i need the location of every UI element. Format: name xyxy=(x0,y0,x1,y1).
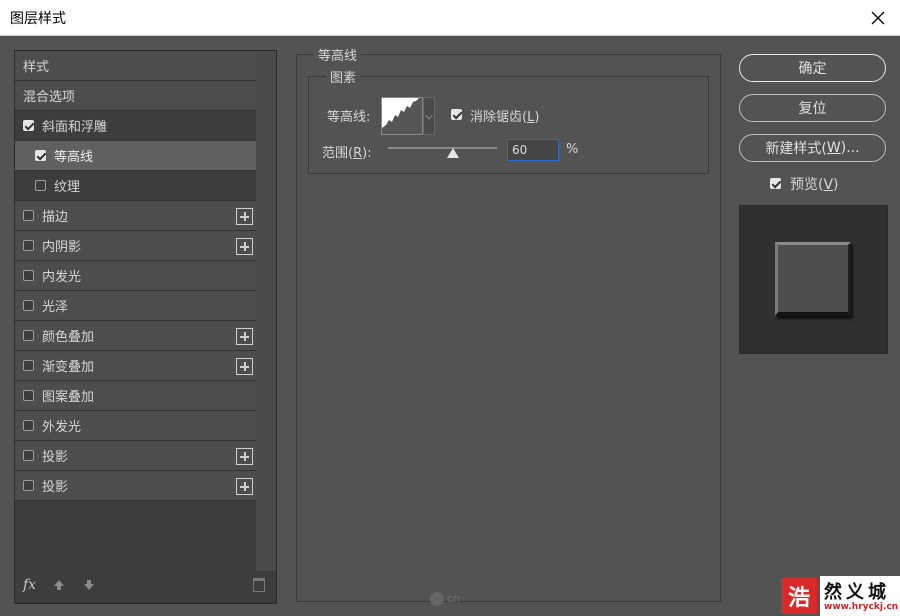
add-plus-icon[interactable] xyxy=(236,448,253,465)
blend-options-item[interactable]: 混合选项 xyxy=(15,81,257,111)
window-title: 图层样式 xyxy=(10,10,66,27)
ok-button[interactable]: 确定 xyxy=(739,54,886,82)
contour-item[interactable]: 等高线 xyxy=(15,141,257,171)
effect-checkbox[interactable] xyxy=(23,420,34,431)
effect-item-inner-glow[interactable]: 内发光 xyxy=(15,261,257,291)
bevel-emboss-item[interactable]: 斜面和浮雕 xyxy=(15,111,257,141)
effect-item-stroke[interactable]: 描边 xyxy=(15,201,257,231)
anti-alias-label: 消除锯齿(L) xyxy=(470,110,540,125)
add-plus-icon[interactable] xyxy=(236,328,253,345)
add-plus-icon[interactable] xyxy=(236,478,253,495)
anti-alias-checkbox[interactable] xyxy=(451,109,462,120)
effect-item-gradient-overlay[interactable]: 渐变叠加 xyxy=(15,351,257,381)
bevel-emboss-checkbox[interactable] xyxy=(23,120,34,131)
contour-preview[interactable] xyxy=(381,97,423,135)
trash-icon[interactable] xyxy=(253,578,265,592)
brand-logo: 然义城 www.hryckj.cn xyxy=(820,576,900,616)
range-unit: % xyxy=(566,142,579,157)
contour-label: 等高线: xyxy=(327,110,371,125)
effect-item-color-overlay[interactable]: 颜色叠加 xyxy=(15,321,257,351)
effect-item-outer-glow[interactable]: 外发光 xyxy=(15,411,257,441)
effect-checkbox[interactable] xyxy=(23,330,34,341)
add-plus-icon[interactable] xyxy=(236,238,253,255)
texture-checkbox[interactable] xyxy=(35,180,46,191)
move-down-icon[interactable] xyxy=(82,578,96,592)
move-up-icon[interactable] xyxy=(52,578,66,592)
effect-checkbox[interactable] xyxy=(23,240,34,251)
styles-footer: fx xyxy=(23,575,269,595)
effect-checkbox[interactable] xyxy=(23,480,34,491)
styles-header[interactable]: 样式 xyxy=(15,51,257,81)
styles-scrollbar[interactable] xyxy=(256,51,276,571)
preview-swatch xyxy=(775,242,851,316)
effect-checkbox[interactable] xyxy=(23,450,34,461)
effect-checkbox[interactable] xyxy=(23,270,34,281)
effect-checkbox[interactable] xyxy=(23,360,34,371)
contour-checkbox[interactable] xyxy=(35,150,46,161)
texture-item[interactable]: 纹理 xyxy=(15,171,257,201)
effect-item-drop-shadow-2[interactable]: 投影 xyxy=(15,471,257,501)
title-bar: 图层样式 xyxy=(0,0,900,36)
ui-logo-icon xyxy=(430,592,444,606)
preview-label: 预览(V) xyxy=(790,177,839,193)
new-style-button[interactable]: 新建样式(W)... xyxy=(739,134,886,162)
elements-group-title: 图素 xyxy=(326,67,361,86)
effect-checkbox[interactable] xyxy=(23,300,34,311)
contour-curve-icon xyxy=(382,98,422,134)
add-plus-icon[interactable] xyxy=(236,208,253,225)
preview-checkbox[interactable] xyxy=(770,178,781,189)
effect-item-pattern-overlay[interactable]: 图案叠加 xyxy=(15,381,257,411)
styles-list: 样式 混合选项 斜面和浮雕 等高线 纹理 描边 内阴影 内发光 光泽 颜色叠加 … xyxy=(15,51,257,501)
effect-item-satin[interactable]: 光泽 xyxy=(15,291,257,321)
styles-panel: 样式 混合选项 斜面和浮雕 等高线 纹理 描边 内阴影 内发光 光泽 颜色叠加 … xyxy=(14,50,277,604)
range-input[interactable] xyxy=(507,139,559,161)
contour-dropdown-icon[interactable]: ⌵ xyxy=(423,97,435,135)
contour-group-title: 等高线 xyxy=(314,45,362,64)
close-icon[interactable] xyxy=(864,4,892,32)
effect-item-drop-shadow[interactable]: 投影 xyxy=(15,441,257,471)
brand-badge: 浩 xyxy=(781,578,817,614)
ui-watermark: cn xyxy=(430,592,460,606)
effect-checkbox[interactable] xyxy=(23,210,34,221)
effect-checkbox[interactable] xyxy=(23,390,34,401)
range-slider-thumb[interactable] xyxy=(447,148,460,158)
reset-button[interactable]: 复位 xyxy=(739,94,886,122)
range-label: 范围(R): xyxy=(322,146,372,161)
add-plus-icon[interactable] xyxy=(236,358,253,375)
fx-icon[interactable]: fx xyxy=(23,577,36,593)
range-slider-track[interactable] xyxy=(388,147,497,149)
effect-item-inner-shadow[interactable]: 内阴影 xyxy=(15,231,257,261)
